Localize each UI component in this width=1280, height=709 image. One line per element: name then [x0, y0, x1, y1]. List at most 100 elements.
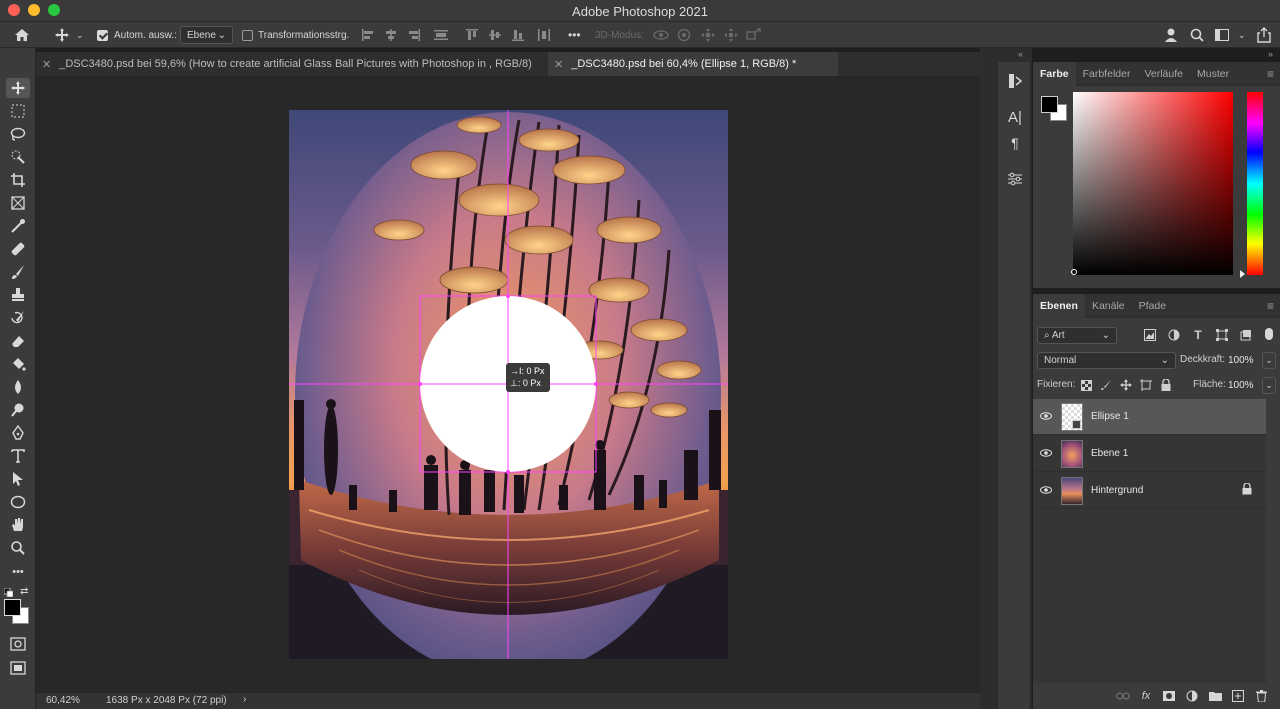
foreground-color-swatch[interactable]: [4, 599, 21, 616]
tab-ebenen[interactable]: Ebenen: [1033, 293, 1085, 318]
collapse-right-icon[interactable]: »: [1268, 49, 1273, 59]
panel-menu-icon[interactable]: ≡: [1267, 67, 1274, 81]
filter-type-icon[interactable]: T: [1191, 328, 1205, 342]
edit-toolbar-icon[interactable]: •••: [6, 562, 30, 582]
search-icon[interactable]: [1190, 22, 1204, 48]
link-layers-icon[interactable]: [1116, 689, 1130, 703]
fill-dropdown-chevron-icon[interactable]: ⌄: [1262, 377, 1276, 394]
align-hcenter-icon[interactable]: [385, 22, 397, 48]
auto-select-target-dropdown[interactable]: Ebene ⌄: [180, 26, 233, 44]
lock-image-icon[interactable]: [1099, 378, 1113, 392]
filter-shape-icon[interactable]: [1215, 328, 1229, 342]
quick-selection-tool-icon[interactable]: [6, 147, 30, 167]
distribute-h-icon[interactable]: [538, 22, 550, 48]
workspace-icon[interactable]: [1215, 22, 1229, 48]
marquee-tool-icon[interactable]: [6, 101, 30, 121]
lock-position-icon[interactable]: [1119, 378, 1133, 392]
tab-document-1[interactable]: ✕ _DSC3480.psd bei 59,6% (How to create …: [36, 52, 547, 76]
new-layer-icon[interactable]: [1231, 689, 1245, 703]
hand-tool-icon[interactable]: [6, 515, 30, 535]
history-panel-icon[interactable]: [1004, 70, 1026, 92]
screen-mode-icon[interactable]: [6, 658, 30, 678]
move-tool-icon[interactable]: [6, 78, 30, 98]
filter-toggle[interactable]: [1265, 328, 1273, 340]
lock-artboard-icon[interactable]: [1139, 378, 1153, 392]
paint-bucket-tool-icon[interactable]: [6, 354, 30, 374]
paragraph-panel-icon[interactable]: ¶: [1004, 132, 1026, 154]
history-brush-tool-icon[interactable]: [6, 308, 30, 328]
3d-slide-icon[interactable]: [723, 22, 739, 48]
blur-tool-icon[interactable]: [6, 377, 30, 397]
fill-field[interactable]: 100%: [1226, 377, 1256, 394]
filter-smart-object-icon[interactable]: [1239, 328, 1253, 342]
opacity-field[interactable]: 100%: [1226, 352, 1256, 369]
auto-select-checkbox[interactable]: [97, 22, 108, 48]
blend-mode-dropdown[interactable]: Normal ⌄: [1037, 352, 1176, 369]
3d-orbit-icon[interactable]: [653, 22, 669, 48]
lasso-tool-icon[interactable]: [6, 124, 30, 144]
document-canvas[interactable]: →I: 0 Px ⊥: 0 Px: [289, 110, 728, 659]
dodge-tool-icon[interactable]: [6, 400, 30, 420]
layers-scrollbar[interactable]: [1266, 399, 1280, 683]
healing-brush-tool-icon[interactable]: [6, 239, 30, 259]
crop-tool-icon[interactable]: [6, 170, 30, 190]
home-icon[interactable]: [14, 22, 30, 48]
collapse-panels-icon[interactable]: «: [1018, 49, 1023, 59]
3d-roll-icon[interactable]: [677, 22, 691, 48]
workspace-chevron-icon[interactable]: ⌄: [1238, 22, 1246, 48]
tab-pfade[interactable]: Pfade: [1132, 294, 1173, 318]
quick-mask-icon[interactable]: [6, 634, 30, 654]
eraser-tool-icon[interactable]: [6, 331, 30, 351]
align-left-icon[interactable]: [362, 22, 374, 48]
color-saturation-field[interactable]: [1073, 92, 1233, 275]
default-colors-icon[interactable]: [3, 587, 14, 598]
frame-tool-icon[interactable]: [6, 193, 30, 213]
align-right-icon[interactable]: [408, 22, 420, 48]
close-tab-icon[interactable]: ✕: [42, 58, 51, 71]
hue-slider[interactable]: [1247, 92, 1263, 275]
layer-style-fx-icon[interactable]: fx: [1139, 689, 1153, 703]
lock-all-icon[interactable]: [1159, 378, 1173, 392]
swap-colors-icon[interactable]: ⇄: [20, 586, 28, 597]
close-tab-icon[interactable]: ✕: [554, 58, 563, 71]
visibility-eye-icon[interactable]: [1033, 448, 1059, 460]
new-group-folder-icon[interactable]: [1208, 689, 1222, 703]
tab-verlaeufe[interactable]: Verläufe: [1137, 62, 1190, 86]
align-top-icon[interactable]: [466, 22, 478, 48]
delete-layer-trash-icon[interactable]: [1254, 689, 1268, 703]
move-tool-icon[interactable]: [54, 22, 70, 48]
ellipse-tool-icon[interactable]: [6, 492, 30, 512]
3d-scale-icon[interactable]: [746, 22, 762, 48]
layer-filter-dropdown[interactable]: ⌕ Art ⌄: [1037, 327, 1117, 344]
opacity-dropdown-chevron-icon[interactable]: ⌄: [1262, 352, 1276, 369]
tab-farbe[interactable]: Farbe: [1033, 61, 1076, 86]
visibility-eye-icon[interactable]: [1033, 485, 1059, 497]
type-tool-icon[interactable]: [6, 446, 30, 466]
zoom-tool-icon[interactable]: [6, 538, 30, 558]
tab-document-2[interactable]: ✕ _DSC3480.psd bei 60,4% (Ellipse 1, RGB…: [548, 52, 838, 76]
layer-row-ellipse-1[interactable]: Ellipse 1: [1033, 399, 1266, 435]
adjustment-layer-icon[interactable]: [1185, 689, 1199, 703]
filter-adjustment-icon[interactable]: [1167, 328, 1181, 342]
character-panel-icon[interactable]: A|: [1004, 106, 1026, 128]
tab-kanaele[interactable]: Kanäle: [1085, 294, 1132, 318]
align-bottom-icon[interactable]: [512, 22, 524, 48]
transform-controls-checkbox[interactable]: [242, 22, 253, 48]
align-vcenter-icon[interactable]: [489, 22, 501, 48]
color-picker-marker[interactable]: [1071, 269, 1077, 275]
clone-stamp-tool-icon[interactable]: [6, 285, 30, 305]
hue-slider-handle[interactable]: [1240, 270, 1245, 278]
filter-pixel-icon[interactable]: [1143, 328, 1157, 342]
panel-menu-icon[interactable]: ≡: [1267, 299, 1274, 313]
visibility-eye-icon[interactable]: [1033, 411, 1059, 423]
eyedropper-tool-icon[interactable]: [6, 216, 30, 236]
share-icon[interactable]: [1257, 22, 1271, 48]
lock-transparent-icon[interactable]: [1079, 378, 1093, 392]
distribute-icon[interactable]: [434, 22, 448, 48]
color-foreground-swatch[interactable]: [1041, 96, 1058, 113]
tool-preset-chevron-icon[interactable]: ⌄: [76, 22, 84, 48]
properties-panel-icon[interactable]: [1004, 168, 1026, 190]
path-selection-tool-icon[interactable]: [6, 469, 30, 489]
pen-tool-icon[interactable]: [6, 423, 30, 443]
layer-row-hintergrund[interactable]: Hintergrund: [1033, 473, 1266, 509]
